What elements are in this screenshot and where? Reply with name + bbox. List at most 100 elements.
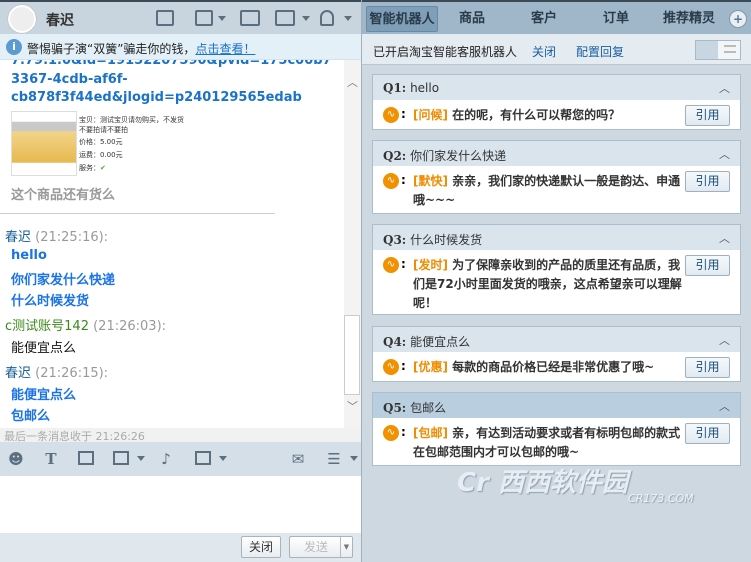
quick-phrase-icon[interactable] [195, 451, 211, 465]
product-price: 价格：5.00元 [79, 138, 123, 146]
url-line[interactable]: 7.79.1.0&id=19152207590&pvid=175c00b7 [11, 60, 341, 68]
quote-button[interactable]: 引用 [685, 357, 730, 378]
robot-reply-icon: ∿ [383, 173, 399, 189]
url-line[interactable]: cb878f3f44ed&jlogid=p240129565edab [11, 90, 341, 105]
chat-scrollbar[interactable]: ︿ ﹀ [344, 60, 361, 428]
message-sender: 春迟 (21:25:16): [5, 230, 109, 245]
question-header: Q4: 能便宜点么 [373, 327, 740, 352]
message-text: hello [11, 248, 47, 263]
question-text: hello [410, 81, 440, 95]
question-number: Q4: [383, 335, 407, 349]
qa-card: Q1: hello ︿ ∿: [问候] 在的呢，有什么可以帮您的吗？ 引用 [372, 74, 741, 130]
chevron-down-icon[interactable] [219, 456, 227, 461]
collapse-icon[interactable]: ︿ [719, 80, 730, 96]
add-tab-icon[interactable]: + [729, 10, 747, 28]
scroll-thumb[interactable] [344, 315, 360, 395]
alert-icon[interactable] [320, 10, 334, 26]
quote-button[interactable]: 引用 [685, 171, 730, 192]
grid-view-icon[interactable] [696, 41, 718, 59]
colon: : [401, 257, 406, 271]
tab-orders[interactable]: 订单 [596, 6, 636, 32]
robot-close-link[interactable]: 关闭 [532, 43, 556, 60]
collapse-icon[interactable]: ︿ [719, 332, 730, 348]
message-sender: c测试账号142 (21:26:03): [5, 319, 167, 334]
collapse-icon[interactable]: ︿ [719, 398, 730, 414]
shake-icon[interactable]: ♪ [158, 451, 174, 467]
colon: : [401, 425, 406, 439]
list-view-icon[interactable] [724, 45, 736, 53]
question-text: 你们家发什么快递 [410, 149, 507, 163]
transfer-icon[interactable] [156, 10, 174, 26]
collapse-icon[interactable]: ︿ [719, 230, 730, 246]
tab-products[interactable]: 商品 [452, 6, 492, 32]
emoji-icon[interactable]: ☻ [8, 451, 24, 467]
quote-button[interactable]: 引用 [685, 255, 730, 276]
robot-reply-icon: ∿ [383, 425, 399, 441]
remote-desktop-icon[interactable] [275, 10, 295, 26]
input-toolbar: ☻ T ♪ ✉ ☰ [0, 442, 361, 476]
service-icon: ✔ [100, 164, 106, 172]
collapse-icon[interactable]: ︿ [719, 146, 730, 162]
robot-reply-icon: ∿ [383, 107, 399, 123]
scroll-down-icon[interactable]: ﹀ [347, 398, 358, 414]
product-card[interactable]: 宝贝：测试宝贝请勿购买，不发货不要拍请不要拍 价格：5.00元 运费：0.00元… [11, 111, 191, 177]
colon: : [401, 107, 406, 121]
answer-tag: [优惠] [413, 360, 448, 374]
close-button[interactable]: 关闭 [241, 536, 281, 558]
product-title: 宝贝：测试宝贝请勿购买，不发货不要拍请不要拍 [79, 116, 184, 134]
config-reply-link[interactable]: 配置回复 [576, 43, 624, 60]
file-send-icon[interactable] [195, 10, 213, 26]
history-icon[interactable]: ☰ [326, 451, 342, 467]
image-icon[interactable] [78, 451, 94, 465]
font-icon[interactable]: T [43, 451, 59, 467]
chevron-down-icon[interactable] [302, 16, 310, 21]
quote-button[interactable]: 引用 [685, 105, 730, 126]
tab-customers[interactable]: 客户 [524, 6, 564, 32]
qa-card: Q2: 你们家发什么快递 ︿ ∿: [默快] 亲亲，我们家的快递默认一般是韵达、… [372, 140, 741, 214]
notice-link[interactable]: 点击查看！ [195, 42, 255, 56]
answer-text: [发时] 为了保障亲收到的产品的质里还有品质，我们是72小时里面发货的哦亲，这点… [413, 258, 682, 310]
answer-tag: [包邮] [413, 426, 448, 440]
question-text: 能便宜点么 [410, 335, 471, 349]
chat-history: 7.79.1.0&id=19152207590&pvid=175c00b7 33… [0, 60, 344, 428]
chat-window: 春迟 i 警惕骗子演“双簧”骗走你的钱，点击查看！ 7.79.1.0&id=19… [0, 0, 362, 562]
question-number: Q3: [383, 233, 407, 247]
colon: : [401, 173, 406, 187]
view-toggle [695, 40, 741, 60]
tab-robot[interactable]: 智能机器人 [366, 6, 438, 32]
message-input[interactable] [0, 476, 361, 533]
message-text: 包邮么 [11, 409, 51, 424]
url-line[interactable]: 3367-4cdb-af6f- [11, 72, 341, 87]
chevron-down-icon[interactable] [344, 16, 352, 21]
tab-recommend[interactable]: 推荐精灵 [659, 6, 719, 32]
question-number: Q5: [383, 401, 407, 415]
question-text: 什么时候发货 [410, 233, 483, 247]
chevron-down-icon[interactable] [137, 456, 145, 461]
message-sender: 春迟 (21:26:15): [5, 366, 109, 381]
chevron-down-icon[interactable] [350, 456, 358, 461]
previous-message: 这个商品还有货么 [11, 188, 116, 203]
send-options-icon[interactable]: ▼ [340, 537, 352, 557]
add-chat-icon[interactable] [240, 10, 260, 26]
answer-tag: [问候] [413, 108, 448, 122]
chevron-down-icon[interactable] [218, 16, 226, 21]
scroll-up-icon[interactable]: ︿ [347, 74, 358, 90]
answer-text: [优惠] 每款的商品价格已经是非常优惠了哦~ [413, 360, 655, 374]
chat-header: 春迟 [0, 0, 361, 34]
message-text: 能便宜点么 [11, 341, 77, 356]
screenshot-icon[interactable] [113, 451, 129, 465]
answer-text: [默快] 亲亲，我们家的快递默认一般是韵达、申通哦~~~ [413, 174, 681, 207]
question-header: Q2: 你们家发什么快递 [373, 141, 740, 166]
quote-button[interactable]: 引用 [685, 423, 730, 444]
robot-status: 已开启淘宝智能客服机器人 [373, 45, 518, 59]
divider [0, 213, 275, 214]
send-button[interactable]: 发送 ▼ [289, 536, 353, 558]
warning-notice: i 警惕骗子演“双簧”骗走你的钱，点击查看！ [0, 34, 361, 60]
question-header: Q3: 什么时候发货 [373, 225, 740, 250]
message-forward-icon[interactable]: ✉ [290, 451, 306, 467]
answer-tag: [默快] [413, 174, 448, 188]
contact-name: 春迟 [46, 13, 74, 29]
answer-text: [包邮] 亲，有达到活动要求或者有标明包邮的款式在包邮范围内才可以包邮的哦~ [413, 426, 681, 459]
avatar[interactable] [8, 5, 36, 33]
robot-status-bar: 已开启淘宝智能客服机器人 关闭 配置回复 [362, 34, 751, 65]
